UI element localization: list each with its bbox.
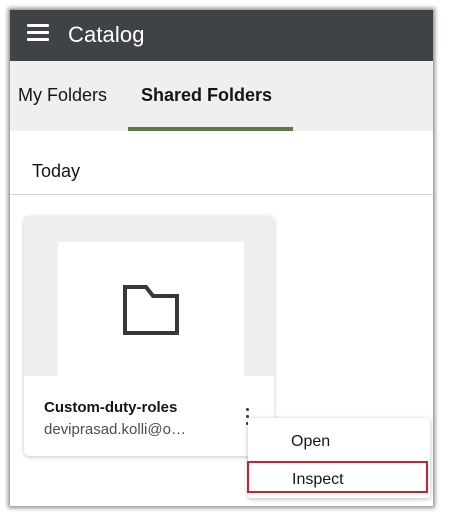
menu-item-open[interactable]: Open	[248, 422, 430, 458]
app-header: Catalog	[10, 10, 433, 61]
section-title: Today	[32, 161, 81, 181]
menu-item-inspect-label: Inspect	[292, 471, 344, 488]
tab-shared-folders[interactable]: Shared Folders	[141, 85, 272, 106]
section-divider	[10, 194, 433, 195]
folder-tabs: My Folders Shared Folders	[10, 61, 433, 131]
menu-item-open-label: Open	[291, 433, 331, 450]
folder-name: Custom-duty-roles	[44, 399, 178, 416]
menu-item-inspect[interactable]: Inspect	[247, 461, 428, 493]
tab-my-folders[interactable]: My Folders	[18, 85, 107, 106]
screenshot-frame: Catalog My Folders Shared Folders Today …	[0, 0, 451, 515]
hamburger-menu-icon[interactable]	[27, 24, 49, 42]
folder-card[interactable]: Custom-duty-roles deviprasad.kolli@o…	[24, 216, 274, 456]
folder-owner: deviprasad.kolli@o…	[44, 421, 186, 438]
active-tab-indicator	[128, 127, 293, 131]
context-menu: Open Inspect	[247, 418, 430, 498]
card-thumbnail	[24, 216, 274, 376]
folder-icon	[123, 285, 179, 335]
catalog-panel: Catalog My Folders Shared Folders Today …	[10, 10, 433, 506]
card-thumbnail-inner	[58, 242, 244, 376]
page-title: Catalog	[68, 22, 145, 47]
